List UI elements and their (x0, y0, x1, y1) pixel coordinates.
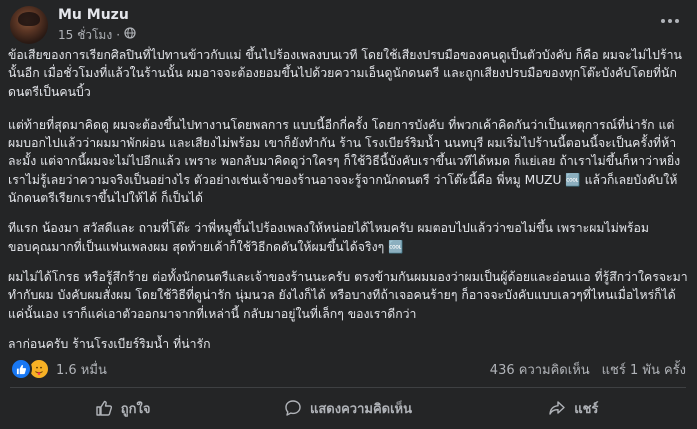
post-paragraph: ลาก่อนครับ ร้านโรงเบียร์ริมน้ำ ที่น่ารัก (8, 336, 211, 351)
post-stats: 1.6 หมื่น 436 ความคิดเห็น แชร์ 1 พัน ครั… (10, 358, 686, 380)
header-text: Mu Muzu 15 ชั่วโมง · (58, 7, 136, 43)
meta-separator: · (116, 27, 121, 42)
like-label: ถูกใจ (120, 401, 151, 417)
comment-label: แสดงความคิดเห็น (309, 401, 412, 417)
share-button[interactable]: แชร์ (461, 390, 686, 426)
like-reaction-icon (10, 358, 32, 380)
author-avatar[interactable] (10, 6, 48, 44)
share-label: แชร์ (574, 401, 599, 417)
post-time[interactable]: 15 ชั่วโมง (58, 28, 112, 43)
post-body: ข้อเสียของการเรียกศิลปินที่ไปทานข้าวกับแ… (8, 46, 688, 365)
shares-count[interactable]: แชร์ 1 พัน ครั้ง (602, 359, 686, 380)
author-name[interactable]: Mu Muzu (58, 7, 136, 24)
reactions-count[interactable]: 1.6 หมื่น (56, 359, 107, 380)
thumbs-up-icon (95, 399, 113, 417)
reaction-icons[interactable] (10, 358, 50, 380)
post-actions: ถูกใจ แสดงความคิดเห็น แชร์ (10, 390, 686, 426)
comment-bubble-icon (284, 399, 302, 417)
post-paragraph: แต่ท้ายที่สุดมาคิดดู ผมจะต้องขึ้นไปทางาน… (8, 117, 681, 206)
post-card: Mu Muzu 15 ชั่วโมง · ข้อเสียของการเรียกศ… (0, 0, 697, 429)
globe-icon (124, 27, 136, 43)
more-options-icon[interactable] (657, 12, 683, 30)
post-paragraph: ผมไม่ได้โกรธ หรือรู้สึกร้าย ต่อทั้งนักดน… (8, 269, 688, 321)
post-paragraph: ทีแรก น้องมา สวัสดีและ ถามที่โต๊ะ ว่าพี่… (8, 221, 650, 254)
comment-button[interactable]: แสดงความคิดเห็น (235, 390, 460, 426)
post-meta: 15 ชั่วโมง · (58, 27, 136, 43)
share-arrow-icon (548, 399, 566, 417)
like-button[interactable]: ถูกใจ (10, 390, 235, 426)
comments-count[interactable]: 436 ความคิดเห็น (490, 359, 590, 380)
post-paragraph: ข้อเสียของการเรียกศิลปินที่ไปทานข้าวกับแ… (8, 48, 682, 99)
post-header: Mu Muzu 15 ชั่วโมง · (10, 6, 136, 44)
stats-right: 436 ความคิดเห็น แชร์ 1 พัน ครั้ง (490, 359, 686, 380)
actions-divider (10, 387, 686, 388)
